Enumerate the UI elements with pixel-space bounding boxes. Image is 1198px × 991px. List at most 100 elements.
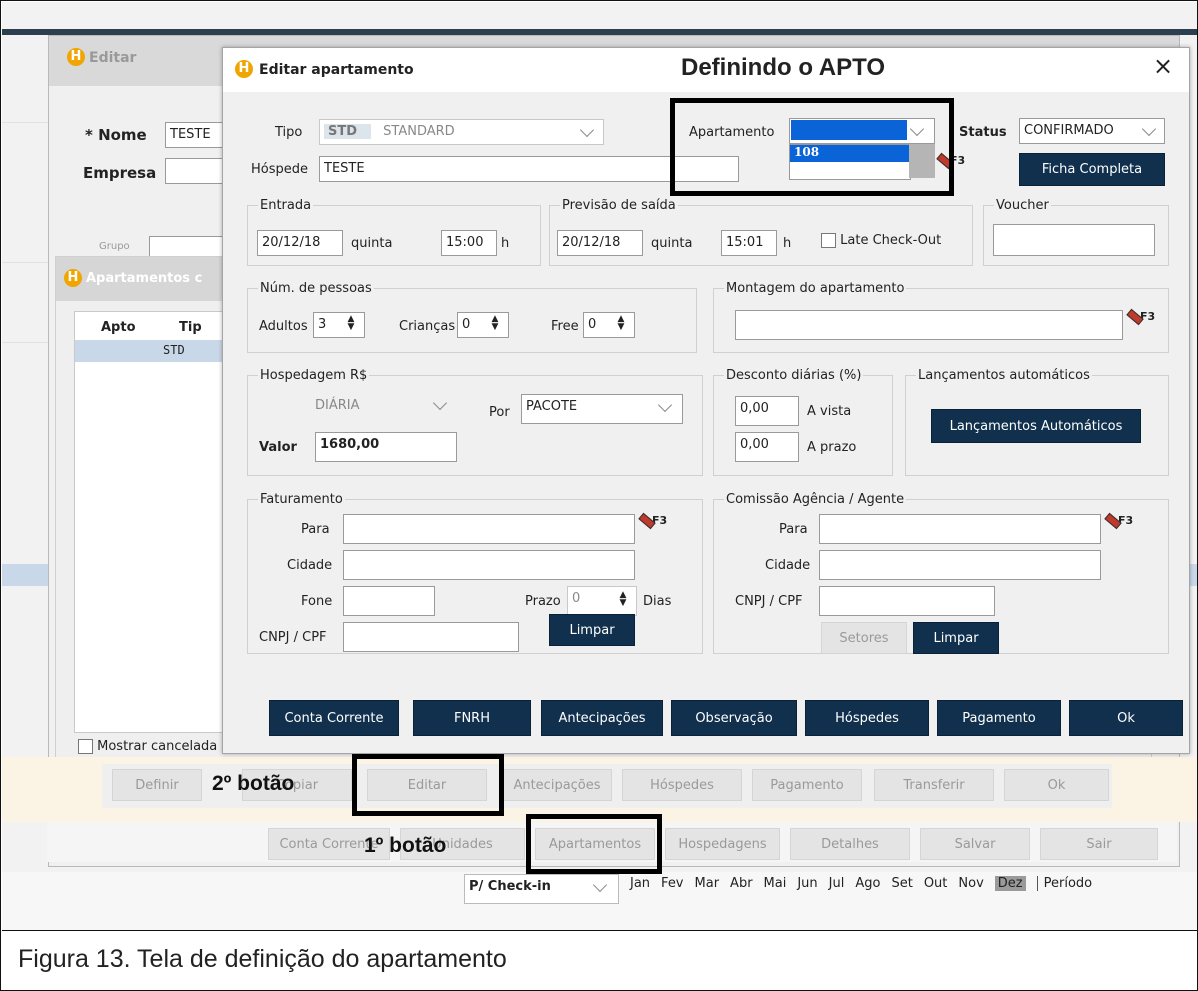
nome-label: * Nome [85,126,147,144]
conta-corrente-button[interactable]: Conta Corrente [269,700,399,736]
ok-button-bg[interactable]: Ok [1004,769,1109,801]
month-nov[interactable]: Nov [958,876,983,891]
fat-limpar-button[interactable]: Limpar [549,614,635,646]
lookup-f3-icon[interactable]: F3 [1104,512,1133,530]
month-abr[interactable]: Abr [730,876,753,891]
setores-button[interactable]: Setores [821,622,907,654]
pessoas-legend: Núm. de pessoas [260,281,372,296]
com-para-field[interactable] [819,514,1101,544]
previsao-time-field[interactable]: 15:01 [721,230,777,256]
dialog-title: Editar apartamento [259,62,414,78]
fat-cnpj-label: CNPJ / CPF [259,630,327,645]
comissao-legend: Comissão Agência / Agente [726,492,905,507]
dias-label: Dias [643,594,672,609]
voucher-field[interactable] [993,224,1155,256]
ficha-completa-button[interactable]: Ficha Completa [1019,153,1165,186]
tipo-select[interactable]: STD STANDARD [319,119,604,145]
previsao-date-field[interactable]: 20/12/18 [557,230,643,256]
criancas-label: Crianças [399,319,456,334]
lancamentos-automaticos-button[interactable]: Lançamentos Automáticos [931,409,1141,443]
late-checkout-label: Late Check-Out [840,233,942,248]
prazo-stepper[interactable]: 0 ▲ ▼ [567,586,637,616]
por-select[interactable]: PACOTE [521,394,683,424]
antecipacoes-button[interactable]: Antecipações [541,700,663,736]
entrada-time-field[interactable]: 15:00 [441,230,497,256]
month-mar[interactable]: Mar [695,876,720,891]
entrada-date-field[interactable]: 20/12/18 [257,230,343,256]
desconto-aprazo-field[interactable]: 0,00 [735,432,799,462]
month-set[interactable]: Set [891,876,912,891]
row-tipo: STD [163,343,185,357]
annotation-box-apartamento [670,98,954,196]
salvar-button[interactable]: Salvar [920,828,1030,860]
annotation-heading: Definindo o APTO [681,54,885,81]
month-mai[interactable]: Mai [764,876,787,891]
pagamento-button[interactable]: Pagamento [937,700,1061,736]
lookup-f3-icon[interactable]: F3 [638,512,667,530]
criancas-value: 0 [462,317,471,332]
checkin-select[interactable]: P/ Check-in [464,874,619,904]
free-label: Free [551,319,579,334]
bg-line [2,262,48,263]
lookup-f3-icon[interactable]: F3 [1126,308,1155,326]
late-checkout-checkbox[interactable] [821,233,836,248]
spinner-icon[interactable]: ▲ ▼ [490,315,500,332]
sair-button[interactable]: Sair [1040,828,1158,860]
tipo-name: STANDARD [383,124,455,139]
month-jan[interactable]: Jan [630,876,650,891]
tipo-code: STD [324,124,372,139]
diaria-select[interactable]: DIÁRIA [311,394,457,420]
annotation-box-apartamentos [526,814,662,874]
definir-button[interactable]: Definir [112,769,202,801]
late-checkout[interactable]: Late Check-Out [821,233,941,248]
fat-para-field[interactable] [343,514,635,544]
hospedagens-button[interactable]: Hospedagens [665,828,780,860]
observacao-button[interactable]: Observação [671,700,797,736]
screenshot: H Editar * Nome TESTE Empresa Grupo H Ap… [2,2,1197,931]
montagem-field[interactable] [735,310,1123,340]
month-ago[interactable]: Ago [855,876,880,891]
empresa-field[interactable] [165,158,225,184]
mostrar-cancelada-checkbox[interactable] [78,739,93,754]
status-select[interactable]: CONFIRMADO [1019,118,1165,144]
month-dez-selected[interactable]: Dez [994,876,1026,891]
month-jun[interactable]: Jun [797,876,817,891]
nome-field[interactable]: TESTE [165,122,225,148]
com-cidade-field[interactable] [819,550,1101,580]
grupo-label: Grupo [99,241,130,252]
valor-label: Valor [259,440,297,455]
spinner-icon[interactable]: ▲ ▼ [618,591,628,608]
free-stepper[interactable]: 0 ▲ ▼ [583,312,635,338]
fat-fone-field[interactable] [343,586,435,616]
hospedes-button[interactable]: Hóspedes [805,700,929,736]
spinner-icon[interactable]: ▲ ▼ [616,315,626,332]
periodo-link[interactable]: Período [1036,876,1092,891]
close-icon[interactable]: × [1153,52,1173,80]
pagamento-button-bg[interactable]: Pagamento [752,769,862,801]
antecipacoes-button-bg[interactable]: Antecipações [502,769,612,801]
com-limpar-button[interactable]: Limpar [913,622,999,654]
editar-window-title: Editar [89,50,137,66]
detalhes-button[interactable]: Detalhes [790,828,910,860]
valor-field[interactable]: 1680,00 [315,432,457,462]
month-jul[interactable]: Jul [829,876,845,891]
free-value: 0 [588,317,597,332]
criancas-stepper[interactable]: 0 ▲ ▼ [457,312,509,338]
desconto-avista-field[interactable]: 0,00 [735,396,799,426]
table-row[interactable]: STD [75,340,225,362]
entrada-h: h [501,236,510,251]
annotation-first-button: 1º botão [364,834,447,857]
month-fev[interactable]: Fev [661,876,683,891]
spinner-icon[interactable]: ▲ ▼ [346,315,356,332]
fat-cnpj-field[interactable] [343,622,519,652]
month-out[interactable]: Out [924,876,948,891]
adultos-stepper[interactable]: 3 ▲ ▼ [313,312,365,338]
com-cnpj-field[interactable] [819,586,995,616]
hospedes-button-bg[interactable]: Hóspedes [622,769,742,801]
mostrar-cancelada[interactable]: Mostrar cancelada [78,739,217,754]
ok-button[interactable]: Ok [1069,700,1183,736]
fnrh-button[interactable]: FNRH [413,700,531,736]
tipo-label: Tipo [275,125,303,140]
transferir-button[interactable]: Transferir [874,769,994,801]
fat-cidade-field[interactable] [343,550,635,580]
